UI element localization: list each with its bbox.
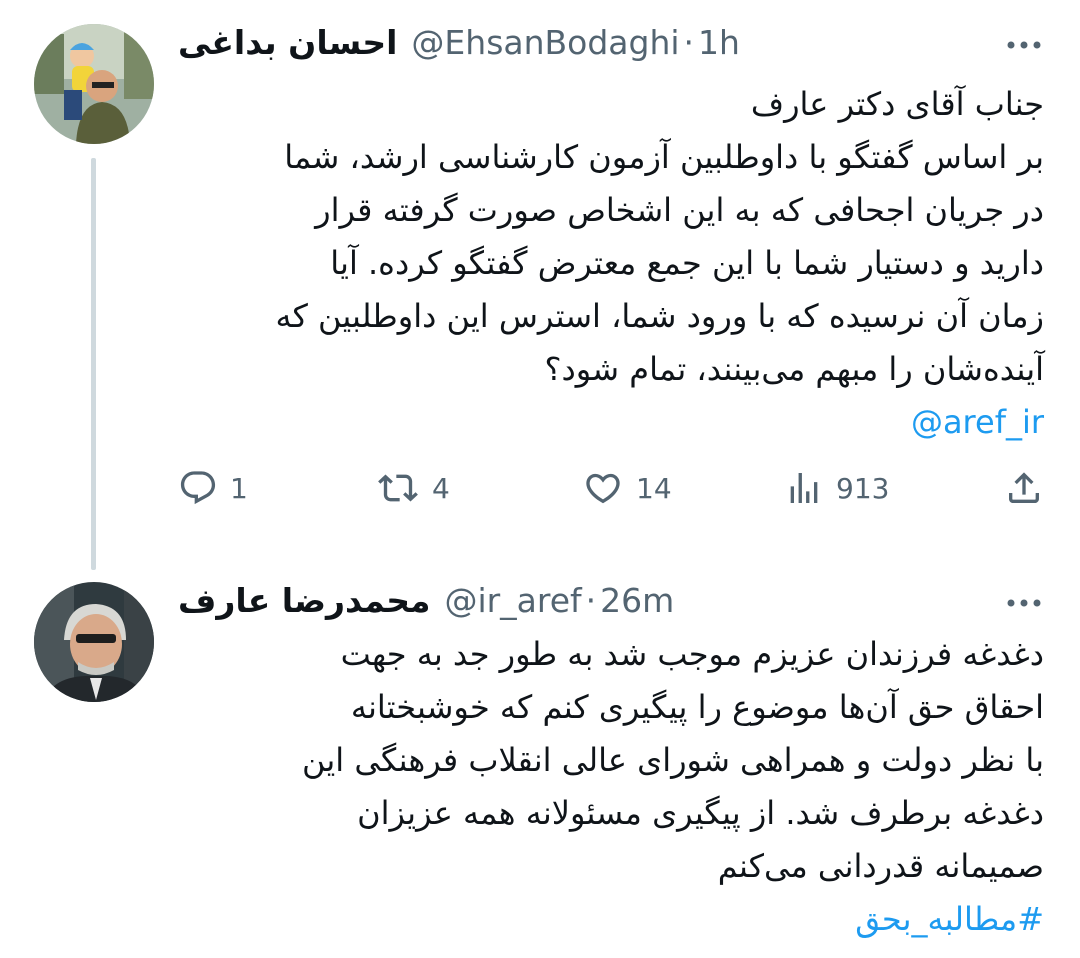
more-icon[interactable] (1002, 588, 1046, 618)
timestamp[interactable]: 26m (600, 581, 674, 620)
author-handle[interactable]: @ir_aref (444, 581, 581, 620)
tweet-line: دغدغه برطرف شد. از پیگیری مسئولانه همه ع… (357, 794, 1044, 832)
tweet-line: احقاق حق آن‌ها موضوع را پیگیری کنم که خو… (350, 688, 1044, 726)
tweet-text: دغدغه فرزندان عزیزم موجب شد به طور جد به… (178, 628, 1044, 946)
tweet-2[interactable]: محمدرضا عارف @ir_aref · 26m دغدغه فرزندا… (0, 0, 1080, 958)
avatar[interactable] (34, 582, 154, 702)
hashtag-link[interactable]: #مطالبه_بحق (178, 893, 1044, 946)
tweet-line: صمیمانه قدردانی می‌کنم (717, 847, 1044, 885)
tweet-line: با نظر دولت و همراهی شورای عالی انقلاب ف… (302, 741, 1044, 779)
separator-dot: · (585, 580, 597, 620)
author-name[interactable]: محمدرضا عارف (178, 581, 430, 620)
tweet-line: دغدغه فرزندان عزیزم موجب شد به طور جد به… (340, 635, 1044, 673)
